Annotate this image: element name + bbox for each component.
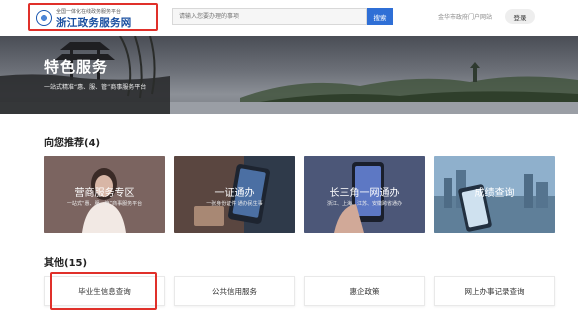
card-one-id-service[interactable]: 一证通办 一张身份证件 通办民生事 [174,156,295,233]
public-credit-service-button[interactable]: 公共信用服务 [174,276,295,306]
banner-subtitle: 一站式精准“惠、服、管”商事服务平台 [44,84,147,91]
card-title: 一证通办 [214,188,255,199]
card-subtitle: 一张身份证件 通办民生事 [206,201,263,207]
logo-title: 浙江政务服务网 [56,17,132,29]
logo-subtitle: 全国一体化在线政务服务平台 [56,9,122,15]
card-title: 长三角一网通办 [329,188,400,199]
header: 全国一体化在线政务服务平台 浙江政务服务网 搜索 金华市政府门户网站 登录 [0,0,578,36]
search-input[interactable] [172,8,367,25]
enterprise-policy-button[interactable]: 惠企政策 [304,276,425,306]
logo-emblem-icon [36,10,52,26]
login-button[interactable]: 登录 [505,9,535,24]
card-business-service[interactable]: 营商服务专区 一站式“惠、服、管”商事服务平台 [44,156,165,233]
portal-link[interactable]: 金华市政府门户网站 [438,12,492,21]
recommended-title: 向您推荐(4) [44,138,101,149]
others-title: 其他(15) [44,258,88,269]
card-subtitle: 浙江、上海、江苏、安徽跨省通办 [326,201,402,207]
card-title: 营商服务专区 [74,188,135,199]
card-score-query[interactable]: 成绩查询 [434,156,555,233]
search-button[interactable]: 搜索 [367,8,393,25]
banner: 特色服务 一站式精准“惠、服、管”商事服务平台 [0,36,578,114]
card-title: 成绩查询 [474,188,515,199]
online-record-query-button[interactable]: 网上办事记录查询 [434,276,555,306]
card-yangtze-delta[interactable]: 长三角一网通办 浙江、上海、江苏、安徽跨省通办 [304,156,425,233]
card-subtitle: 一站式“惠、服、管”商事服务平台 [66,201,143,207]
banner-title: 特色服务 [44,58,109,76]
highlight-annotation [50,272,157,310]
logo[interactable]: 全国一体化在线政务服务平台 浙江政务服务网 [28,3,158,31]
